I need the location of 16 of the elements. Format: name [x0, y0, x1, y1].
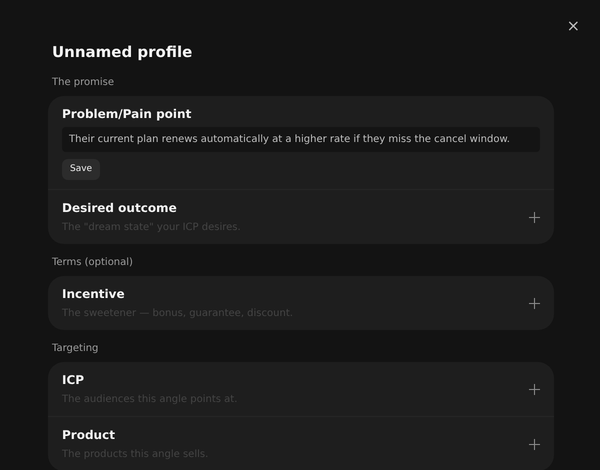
add-icon[interactable] [529, 384, 540, 395]
add-icon[interactable] [529, 439, 540, 450]
field-label: ICP [62, 373, 86, 388]
field-label: Problem/Pain point [62, 107, 192, 122]
section-label: Terms (optional) [52, 256, 134, 270]
text-input[interactable]: Their current plan renews automatically at a higher rate if they miss the cancel window. [62, 127, 540, 152]
add-icon[interactable] [529, 298, 540, 309]
field-label: Desired outcome [62, 201, 178, 216]
add-icon[interactable] [529, 212, 540, 223]
field-label: Incentive [62, 287, 126, 302]
dialog-title: Unnamed profile [52, 42, 194, 62]
section-label: The promise [52, 76, 116, 90]
section-label: Targeting [52, 342, 100, 356]
save-button[interactable]: Save [62, 159, 100, 180]
field-label: Product [62, 428, 116, 443]
close-button[interactable]: × [566, 16, 580, 36]
